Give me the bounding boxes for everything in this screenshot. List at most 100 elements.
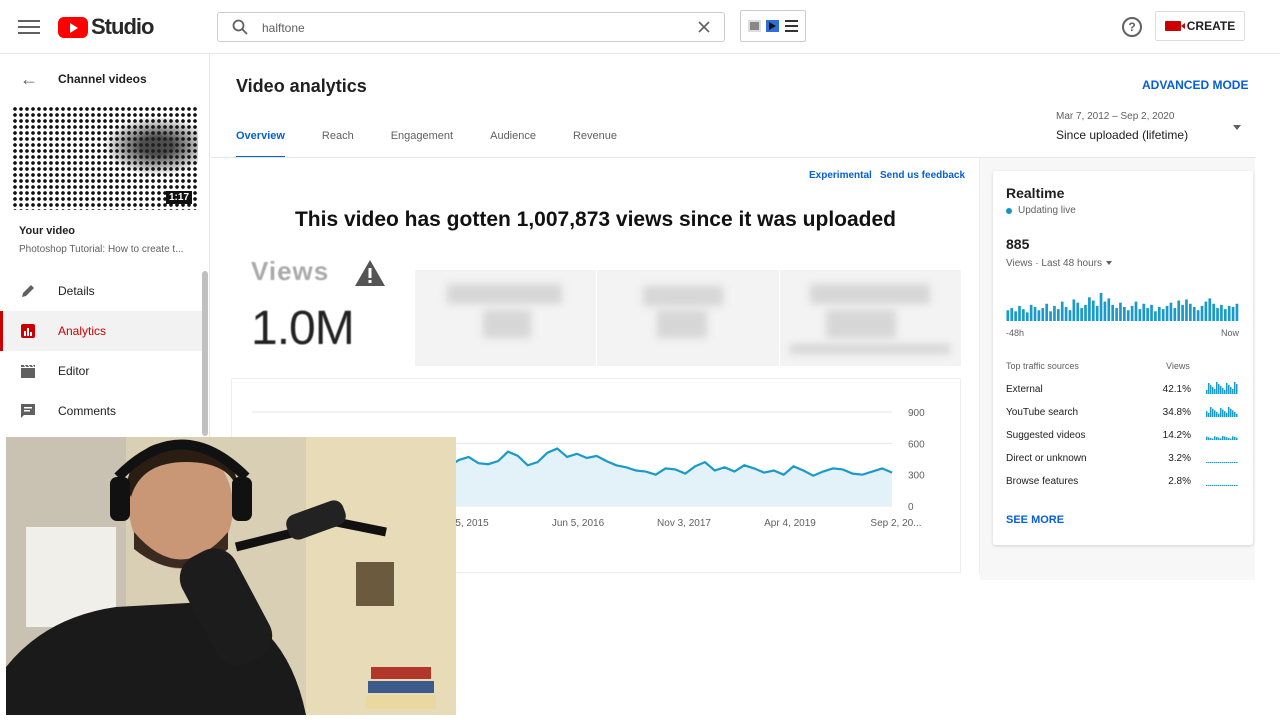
realtime-bar [1231, 307, 1235, 321]
sparkline-bar [1234, 462, 1236, 463]
sparkline-bar [1234, 436, 1236, 440]
toolbar-widget[interactable] [740, 10, 806, 42]
create-button[interactable]: CREATE [1155, 11, 1245, 41]
clapperboard-icon [21, 364, 35, 378]
sparkline-bar [1212, 386, 1214, 394]
analytics-icon [21, 324, 35, 338]
realtime-bar [1157, 307, 1161, 321]
tab-audience[interactable]: Audience [490, 130, 536, 159]
realtime-bar [1169, 302, 1173, 321]
sparkline-bar [1230, 462, 1232, 463]
sparkline-bar [1216, 485, 1218, 486]
sparkline-bar [1208, 485, 1210, 486]
y-tick-label: 900 [908, 408, 925, 419]
sidebar-scrollbar[interactable] [202, 271, 208, 436]
realtime-bar [1126, 310, 1130, 321]
sparkline-bar [1220, 407, 1222, 417]
date-range-dates: Mar 7, 2012 – Sep 2, 2020 [1056, 111, 1175, 122]
image-icon[interactable] [747, 20, 761, 32]
sidebar-nav: Details Analytics Editor Comments [0, 271, 202, 431]
sparkline-bar [1224, 462, 1226, 463]
sparkline-bar [1216, 412, 1218, 417]
realtime-period-dropdown[interactable]: Views · Last 48 hours [1006, 258, 1112, 269]
traffic-source-row[interactable]: External 42.1% [1006, 381, 1239, 404]
tab-engagement[interactable]: Engagement [391, 130, 453, 159]
traffic-sparkline [1206, 485, 1238, 486]
sparkline-bar [1206, 389, 1208, 394]
sparkline-bar [1222, 485, 1224, 486]
see-more-button[interactable]: SEE MORE [1006, 514, 1064, 526]
traffic-source-row[interactable]: Browse features 2.8% [1006, 476, 1239, 496]
tab-revenue[interactable]: Revenue [573, 130, 617, 159]
back-label: Channel videos [58, 72, 147, 86]
feedback-link[interactable]: Send us feedback [880, 170, 965, 181]
help-icon[interactable]: ? [1122, 17, 1142, 37]
realtime-bar [1049, 311, 1052, 321]
advanced-mode-link[interactable]: ADVANCED MODE [1142, 78, 1248, 92]
sidebar-item-label: Editor [58, 364, 90, 378]
video-thumbnail[interactable]: 1:17 [12, 106, 198, 210]
realtime-bar [1060, 301, 1064, 321]
analytics-tabs: Overview Reach Engagement Audience Reven… [236, 130, 617, 159]
metric-label: Views [251, 256, 330, 286]
sparkline-bar [1210, 437, 1212, 440]
experimental-link[interactable]: Experimental [809, 170, 872, 181]
traffic-source-name: Direct or unknown [1006, 453, 1087, 464]
sparkline-bar [1236, 485, 1238, 486]
sparkline-bar [1226, 437, 1228, 440]
search-bar[interactable] [217, 12, 725, 42]
traffic-source-row[interactable]: Suggested videos 14.2% [1006, 430, 1239, 450]
realtime-bar [1227, 305, 1231, 321]
sidebar-item-details[interactable]: Details [0, 271, 202, 311]
realtime-bar [1200, 305, 1204, 321]
sidebar-item-editor[interactable]: Editor [0, 351, 202, 391]
thumbnail-shade [102, 116, 198, 176]
date-range-label: Since uploaded (lifetime) [1056, 128, 1189, 142]
realtime-bar [1076, 302, 1080, 321]
realtime-bar [1161, 309, 1165, 321]
live-label: Updating live [1018, 205, 1076, 216]
clear-search-icon[interactable] [696, 19, 712, 35]
live-dot-icon [1006, 207, 1012, 214]
sparkline-bar [1236, 413, 1238, 417]
realtime-bar [1220, 304, 1223, 321]
traffic-source-row[interactable]: YouTube search 34.8% [1006, 407, 1239, 427]
traffic-sparkline [1206, 381, 1238, 394]
sparkline-bar [1214, 388, 1216, 394]
tab-reach[interactable]: Reach [322, 130, 354, 159]
views-metric[interactable]: Views 1.0M [251, 256, 411, 366]
play-icon[interactable] [766, 20, 780, 32]
realtime-bar-chart[interactable] [1006, 291, 1239, 323]
realtime-bar [1119, 302, 1122, 321]
realtime-bar [1010, 308, 1014, 321]
sidebar-item-label: Details [58, 284, 95, 298]
back-to-channel-videos[interactable]: ← Channel videos [20, 70, 147, 88]
sparkline-bar [1208, 382, 1210, 394]
sparkline-bar [1208, 412, 1210, 417]
search-input[interactable] [262, 18, 682, 38]
sparkline-bar [1206, 462, 1208, 463]
hamburger-menu-icon[interactable] [18, 16, 40, 38]
sparkline-bar [1232, 410, 1234, 417]
sidebar-item-analytics[interactable]: Analytics [0, 311, 202, 351]
sparkline-bar [1236, 383, 1238, 394]
sparkline-bar [1230, 408, 1232, 417]
sparkline-bar [1210, 485, 1212, 486]
realtime-bar [1235, 303, 1239, 321]
sparkline-bar [1214, 410, 1216, 417]
date-range-picker[interactable]: Mar 7, 2012 – Sep 2, 2020 Since uploaded… [1056, 111, 1241, 142]
realtime-bar [1029, 304, 1033, 321]
realtime-bar [1080, 308, 1083, 321]
tab-overview[interactable]: Overview [236, 130, 285, 159]
studio-logo[interactable]: Studio [58, 14, 154, 40]
sparkline-bar [1212, 408, 1214, 417]
sparkline-bar [1210, 462, 1212, 463]
traffic-source-row[interactable]: Direct or unknown 3.2% [1006, 453, 1239, 473]
realtime-bar [1045, 303, 1049, 321]
list-icon[interactable] [785, 20, 799, 32]
realtime-bar [1204, 301, 1208, 321]
metric-value: 1.0M [251, 302, 355, 355]
sidebar-item-comments[interactable]: Comments [0, 391, 202, 431]
video-title[interactable]: Photoshop Tutorial: How to create t... [19, 244, 194, 255]
sparkline-bar [1230, 386, 1232, 394]
